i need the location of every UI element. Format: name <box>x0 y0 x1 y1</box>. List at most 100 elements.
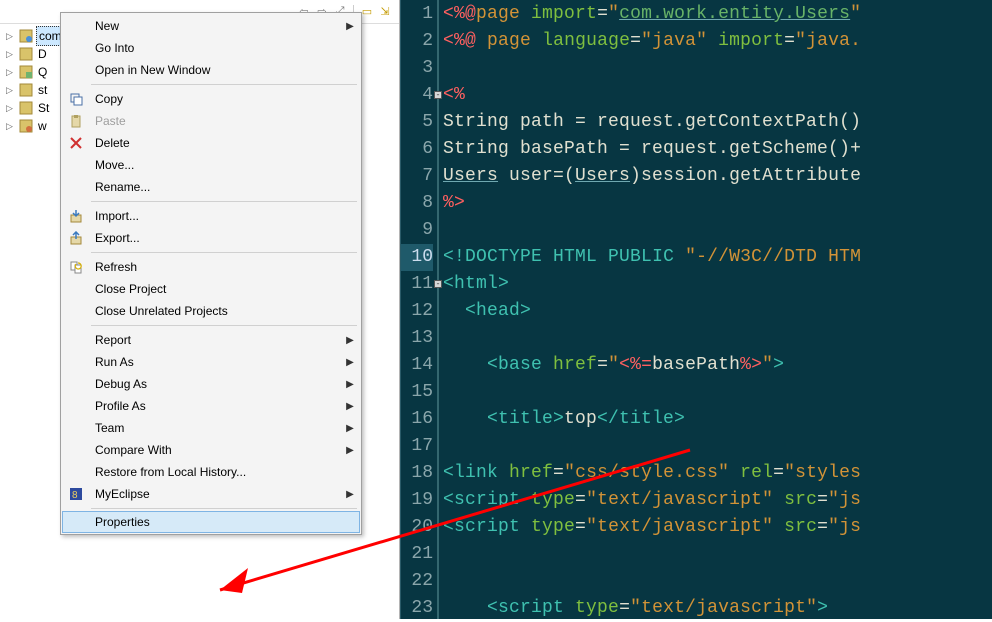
blank-icon <box>63 154 89 176</box>
code-line[interactable]: <script type="text/javascript" src="js <box>439 487 992 514</box>
menu-item-export[interactable]: Export... <box>63 227 359 249</box>
tree-item-label: St <box>36 99 51 117</box>
line-number: 19 <box>401 487 433 514</box>
tree-twisty-icon[interactable]: ▷ <box>6 117 16 135</box>
menu-item-label: Delete <box>89 136 341 150</box>
submenu-arrow-icon: ▶ <box>341 489 359 500</box>
menu-item-move[interactable]: Move... <box>63 154 359 176</box>
menu-item-myeclipse[interactable]: 8MyEclipse▶ <box>63 483 359 505</box>
code-line[interactable] <box>439 379 992 406</box>
paste-icon <box>63 110 89 132</box>
line-number: 10 <box>401 244 433 271</box>
blank-icon <box>63 373 89 395</box>
menu-item-label: Run As <box>89 355 341 369</box>
line-number: 14 <box>401 352 433 379</box>
submenu-arrow-icon: ▶ <box>341 335 359 346</box>
code-line[interactable]: <link href="css/style.css" rel="styles <box>439 460 992 487</box>
menu-item-go-into[interactable]: Go Into <box>63 37 359 59</box>
menu-item-report[interactable]: Report▶ <box>63 329 359 351</box>
menu-item-label: New <box>89 19 341 33</box>
code-line[interactable] <box>439 541 992 568</box>
menu-item-new[interactable]: New▶ <box>63 15 359 37</box>
import-icon <box>63 205 89 227</box>
menu-item-paste[interactable]: Paste <box>63 110 359 132</box>
menu-item-delete[interactable]: Delete <box>63 132 359 154</box>
blank-icon <box>63 15 89 37</box>
menu-item-team[interactable]: Team▶ <box>63 417 359 439</box>
code-line[interactable]: <base href="<%=basePath%>"> <box>439 352 992 379</box>
menu-item-profile-as[interactable]: Profile As▶ <box>63 395 359 417</box>
menu-item-label: Import... <box>89 209 341 223</box>
menu-item-label: Export... <box>89 231 341 245</box>
line-number: 6 <box>401 136 433 163</box>
code-line[interactable] <box>439 325 992 352</box>
menu-item-copy[interactable]: Copy <box>63 88 359 110</box>
menu-item-label: Properties <box>89 515 341 529</box>
menu-item-debug-as[interactable]: Debug As▶ <box>63 373 359 395</box>
code-line[interactable]: String basePath = request.getScheme()+ <box>439 136 992 163</box>
line-number: 16 <box>401 406 433 433</box>
code-line[interactable] <box>439 433 992 460</box>
tree-twisty-icon[interactable]: ▷ <box>6 45 16 63</box>
menu-item-import[interactable]: Import... <box>63 205 359 227</box>
menu-item-rename[interactable]: Rename... <box>63 176 359 198</box>
menu-item-restore-from-local-history[interactable]: Restore from Local History... <box>63 461 359 483</box>
menu-separator <box>91 84 357 85</box>
menu-separator <box>91 325 357 326</box>
tree-twisty-icon[interactable]: ▷ <box>6 63 16 81</box>
tree-twisty-icon[interactable]: ▷ <box>6 27 16 45</box>
blank-icon <box>63 59 89 81</box>
menu-item-label: Close Unrelated Projects <box>89 304 341 318</box>
export-icon <box>63 227 89 249</box>
line-number: 8 <box>401 190 433 217</box>
menu-item-close-unrelated-projects[interactable]: Close Unrelated Projects <box>63 300 359 322</box>
tree-twisty-icon[interactable]: ▷ <box>6 81 16 99</box>
blank-icon <box>63 176 89 198</box>
code-line[interactable] <box>439 217 992 244</box>
code-line[interactable]: <head> <box>439 298 992 325</box>
blank-icon <box>63 300 89 322</box>
menu-item-run-as[interactable]: Run As▶ <box>63 351 359 373</box>
code-line[interactable]: %> <box>439 190 992 217</box>
menu-item-label: Paste <box>89 114 341 128</box>
view-menu-icon[interactable]: ⇲ <box>377 4 393 20</box>
submenu-arrow-icon: ▶ <box>341 357 359 368</box>
menu-item-open-in-new-window[interactable]: Open in New Window <box>63 59 359 81</box>
menu-item-properties[interactable]: Properties <box>62 511 360 533</box>
code-line[interactable] <box>439 568 992 595</box>
menu-item-label: Report <box>89 333 341 347</box>
tree-item-label: w <box>36 117 49 135</box>
submenu-arrow-icon: ▶ <box>341 445 359 456</box>
menu-item-refresh[interactable]: Refresh <box>63 256 359 278</box>
menu-item-label: Close Project <box>89 282 341 296</box>
menu-separator <box>91 252 357 253</box>
tree-item-label: D <box>36 45 49 63</box>
blank-icon <box>63 511 89 533</box>
menu-item-label: Move... <box>89 158 341 172</box>
code-line[interactable]: <%@page import="com.work.entity.Users" <box>439 1 992 28</box>
project-icon <box>18 28 34 44</box>
code-line[interactable]: <script type="text/javascript" src="js <box>439 514 992 541</box>
code-line[interactable]: <html> <box>439 271 992 298</box>
code-line[interactable]: <%@ page language="java" import="java. <box>439 28 992 55</box>
menu-item-compare-with[interactable]: Compare With▶ <box>63 439 359 461</box>
code-line[interactable]: String path = request.getContextPath() <box>439 109 992 136</box>
line-number: 1 <box>401 1 433 28</box>
tree-item-label: st <box>36 81 49 99</box>
code-line[interactable]: <title>top</title> <box>439 406 992 433</box>
project-icon <box>18 118 34 134</box>
code-line[interactable]: <script type="text/javascript"> <box>439 595 992 619</box>
code-line[interactable]: Users user=(Users)session.getAttribute <box>439 163 992 190</box>
line-number: 5 <box>401 109 433 136</box>
menu-item-close-project[interactable]: Close Project <box>63 278 359 300</box>
code-editor[interactable]: 1234-567891011-121314151617181920212223 … <box>400 0 992 619</box>
code-line[interactable]: <!DOCTYPE HTML PUBLIC "-//W3C//DTD HTM <box>439 244 992 271</box>
code-area[interactable]: <%@page import="com.work.entity.Users"<%… <box>439 0 992 619</box>
delete-icon <box>63 132 89 154</box>
menu-item-label: Team <box>89 421 341 435</box>
code-line[interactable]: <% <box>439 82 992 109</box>
code-line[interactable] <box>439 55 992 82</box>
tree-twisty-icon[interactable]: ▷ <box>6 99 16 117</box>
submenu-arrow-icon: ▶ <box>341 379 359 390</box>
line-gutter: 1234-567891011-121314151617181920212223 <box>401 0 439 619</box>
